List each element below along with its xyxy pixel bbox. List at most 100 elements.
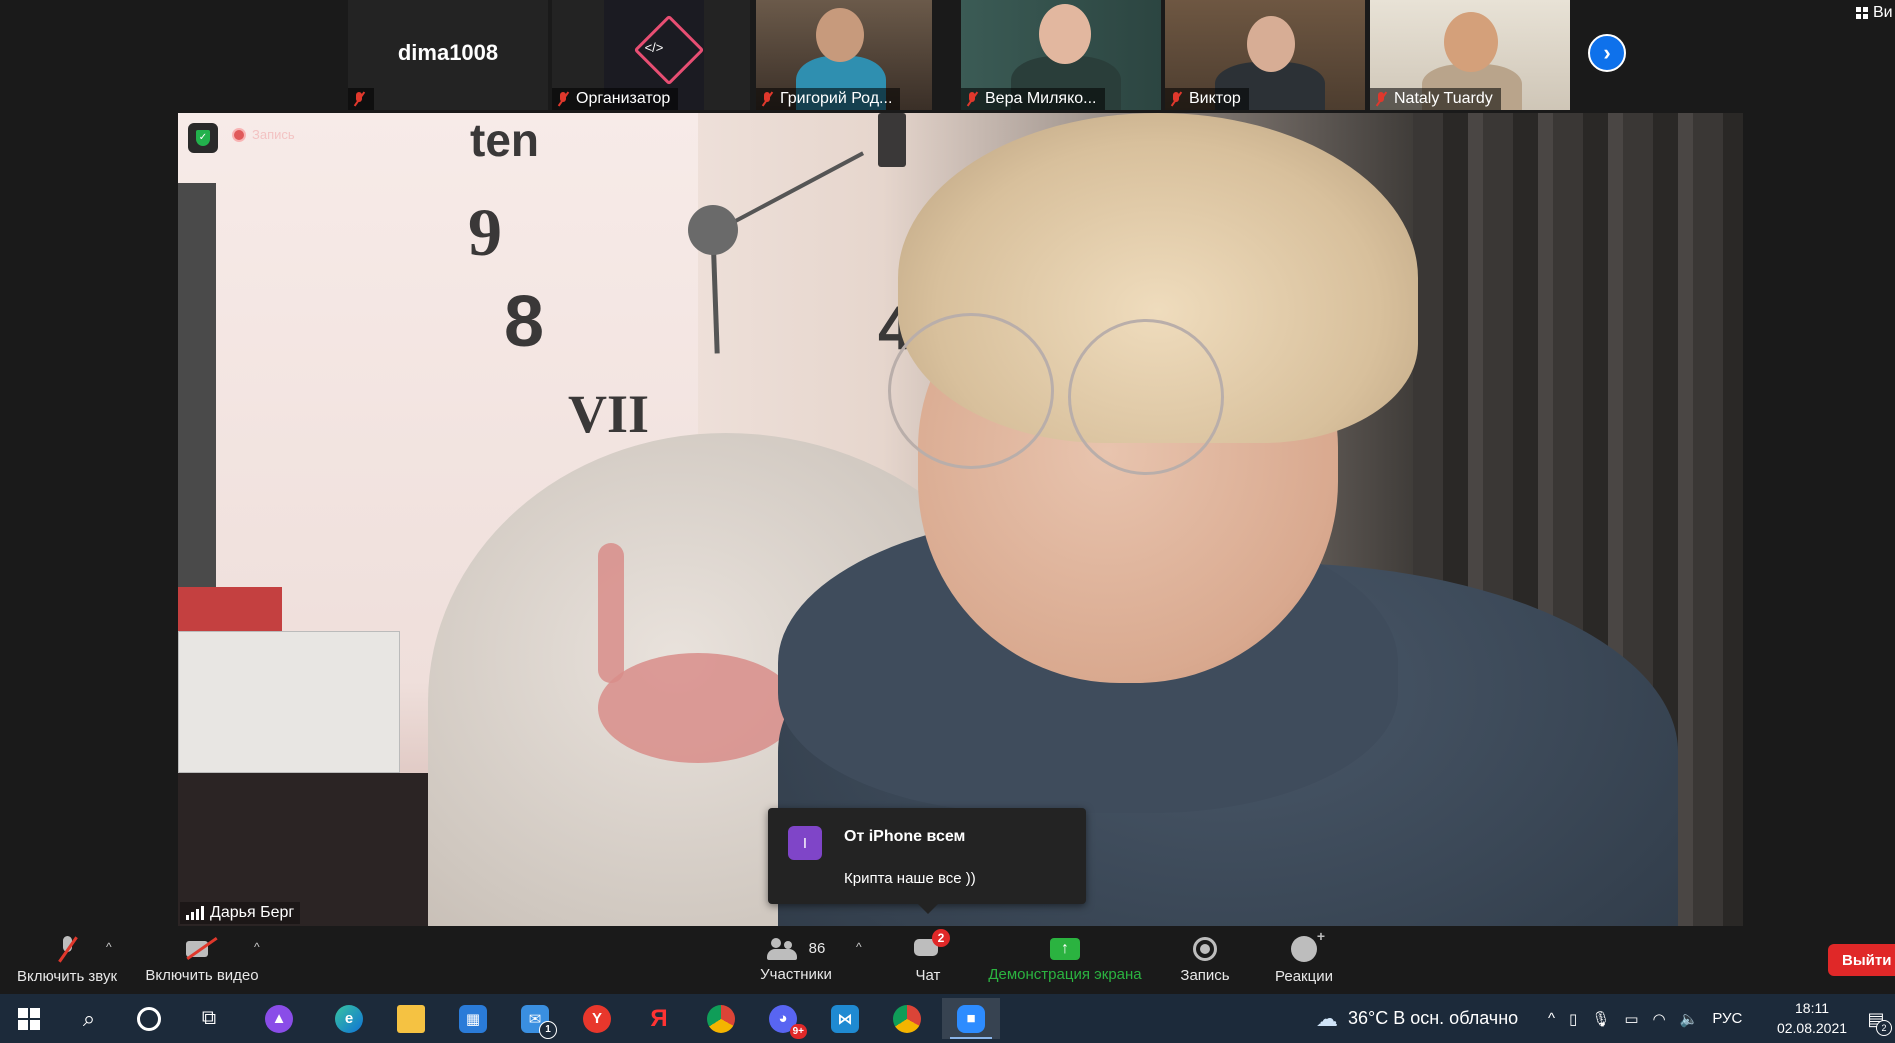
action-center-button[interactable]: ▤ 2 [1862, 1006, 1892, 1036]
store-bag-icon: ▦ [459, 1004, 487, 1033]
language-indicator[interactable]: РУС [1712, 1010, 1742, 1027]
chat-unread-badge: 2 [932, 928, 950, 947]
camera-off-icon [186, 937, 218, 961]
share-screen-label: Демонстрация экрана [988, 965, 1142, 983]
taskbar-store[interactable]: ▦ [446, 998, 500, 1039]
clock-number: 8 [504, 282, 545, 362]
wifi-icon[interactable]: ◠ [1653, 1010, 1666, 1028]
participant-name: Вера Миляко... [985, 90, 1097, 107]
participant-name: Nataly Tuardy [1394, 90, 1493, 107]
taskbar-chrome[interactable] [694, 998, 748, 1039]
thumbnail-label: Григорий Род... [756, 88, 901, 110]
chrome-icon [707, 1004, 735, 1033]
discord-icon: ◕ 9+ [769, 1004, 807, 1039]
share-screen-icon: ↑ [1050, 937, 1080, 960]
zoom-camera-icon: ■ [957, 1004, 985, 1033]
taskbar-search-button[interactable]: ⌕ [62, 998, 116, 1039]
chat-message: Крипта наше все )) [844, 870, 976, 887]
search-icon: ⌕ [82, 1005, 96, 1031]
sender-avatar: I [788, 826, 822, 860]
clock-date: 02.08.2021 [1776, 1020, 1848, 1036]
taskbar-yandex[interactable]: Я [632, 998, 686, 1039]
clock-number: 9 [468, 194, 502, 270]
taskbar-chrome-profile[interactable] [880, 998, 934, 1039]
share-screen-button[interactable]: ↑ Демонстрация экрана [985, 926, 1145, 994]
thumbnail-nataly[interactable]: Nataly Tuardy [1370, 0, 1570, 110]
meeting-toolbar: Включить звук ^ Включить видео ^ 86 Учас… [0, 926, 1895, 994]
thumbnail-dima1008[interactable]: dima1008 [348, 0, 548, 110]
microphone-icon[interactable]: 🎙 [1591, 1010, 1610, 1028]
active-speaker-video: ten 9 8 VII 4 ✓ Запись Дарья Берг [178, 113, 1743, 926]
taskbar-zoom[interactable]: ■ [942, 998, 1000, 1039]
start-button[interactable] [2, 998, 56, 1039]
cortana-button[interactable] [122, 998, 176, 1039]
volume-icon[interactable]: 🔈 [1680, 1010, 1699, 1028]
recording-label: Запись [252, 127, 295, 142]
thumbnail-name-large: dima1008 [397, 40, 499, 65]
chat-sender: От iPhone всем [844, 828, 966, 845]
task-view-button[interactable]: ⧉ [182, 998, 236, 1039]
participants-options-caret-icon[interactable]: ^ [856, 940, 862, 954]
taskbar-vscode[interactable]: ⋈ [818, 998, 872, 1039]
mic-muted-icon [965, 91, 979, 107]
weather-text: 36°C В осн. облачно [1348, 1008, 1519, 1028]
video-options-caret-icon[interactable]: ^ [254, 940, 260, 954]
participant-name: Организатор [576, 90, 671, 107]
edge-browser-icon: e [335, 1004, 363, 1033]
next-page-button[interactable]: › [1588, 34, 1626, 72]
chrome-profile-icon [893, 1004, 921, 1033]
system-tray: ^ ▯ 🎙 ▭ ◠ 🔈 РУС [1548, 994, 1742, 1043]
taskbar-alice[interactable]: ▲ [252, 998, 306, 1039]
mic-muted-icon [760, 91, 774, 107]
battery-icon[interactable]: ▭ [1624, 1010, 1638, 1028]
clock-number: VII [568, 384, 650, 444]
code-logo-text: </> [644, 40, 664, 55]
taskbar-mail[interactable]: ✉ 1 [508, 998, 562, 1039]
mail-envelope-icon: ✉ 1 [521, 1004, 557, 1039]
participant-name: Виктор [1189, 90, 1241, 107]
thumbnail-grigoriy[interactable]: Григорий Род... [756, 0, 932, 110]
thumbnail-organizer[interactable]: </> Организатор [552, 0, 750, 110]
chat-notification[interactable]: I От iPhone всем Крипта наше все )) [768, 808, 1086, 914]
reactions-button[interactable]: Реакции [1268, 926, 1340, 994]
taskbar-yandex-browser[interactable]: Y [570, 998, 624, 1039]
thumbnail-label [348, 88, 374, 110]
thumbnail-vera[interactable]: Вера Миляко... [961, 0, 1161, 110]
participants-button[interactable]: 86 Участники [752, 926, 840, 994]
discord-badge: 9+ [789, 1023, 807, 1039]
mail-badge: 1 [539, 1020, 557, 1039]
mic-muted-icon [1169, 91, 1183, 107]
leave-meeting-button[interactable]: Выйти [1828, 944, 1895, 976]
participants-count: 86 [808, 940, 826, 957]
audio-options-caret-icon[interactable]: ^ [106, 940, 112, 954]
chat-button[interactable]: 2 Чат [900, 926, 956, 994]
record-icon [1193, 936, 1217, 961]
cortana-circle-icon [137, 1006, 161, 1031]
person-head [1444, 12, 1498, 72]
start-video-button[interactable]: Включить видео [142, 926, 262, 994]
thumbnail-viktor[interactable]: Виктор [1165, 0, 1365, 110]
show-hidden-icons-chevron-icon[interactable]: ^ [1548, 1010, 1555, 1027]
weather-widget[interactable]: ☁ 36°C В осн. облачно [1316, 994, 1518, 1043]
mic-muted-icon [352, 91, 366, 107]
thumbnail-label: Организатор [552, 88, 679, 110]
taskbar-edge[interactable]: e [322, 998, 376, 1039]
record-dot-icon [232, 127, 246, 142]
chat-label: Чат [915, 966, 941, 984]
taskbar-discord[interactable]: ◕ 9+ [756, 998, 810, 1039]
mic-muted-icon [556, 91, 570, 107]
record-button[interactable]: Запись [1170, 926, 1240, 994]
view-label: Ви [1873, 4, 1893, 21]
phone-link-icon[interactable]: ▯ [1569, 1010, 1577, 1028]
folder-icon [397, 1004, 425, 1033]
taskbar-clock[interactable]: 18:11 02.08.2021 [1772, 998, 1852, 1038]
unmute-button[interactable]: Включить звук [12, 926, 122, 994]
taskbar-file-explorer[interactable] [384, 998, 438, 1039]
view-switch-button[interactable]: Ви [1856, 4, 1893, 22]
windows-taskbar: ⌕ ⧉ ▲ e ▦ ✉ 1 Y Я ◕ 9+ ⋈ ■ ☁ 36°C В осн.… [0, 994, 1895, 1043]
vscode-icon: ⋈ [831, 1004, 859, 1033]
active-app-underline [950, 1037, 992, 1039]
encryption-indicator[interactable]: ✓ [188, 123, 218, 153]
glasses-left-lens [888, 313, 1054, 469]
reactions-smiley-icon [1291, 928, 1325, 962]
